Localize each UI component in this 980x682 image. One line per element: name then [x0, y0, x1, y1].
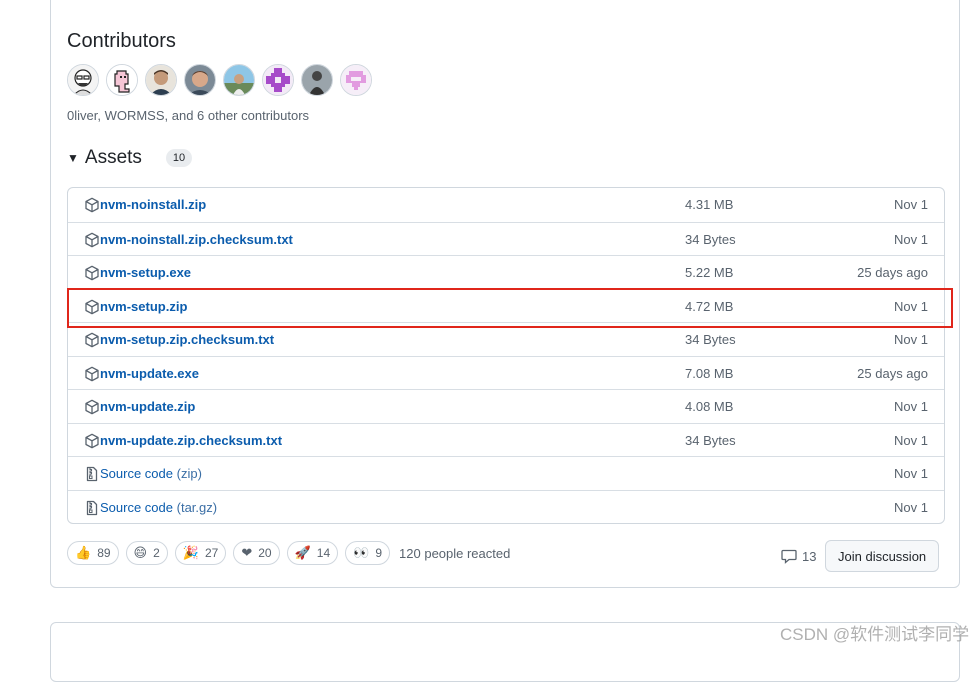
reaction-button[interactable]: 🚀 14: [286, 541, 339, 565]
package-icon: [84, 332, 100, 348]
package-icon: [84, 232, 100, 248]
avatar[interactable]: [340, 64, 372, 96]
asset-link[interactable]: nvm-update.zip: [100, 399, 195, 414]
reaction-button[interactable]: 👀 9: [345, 541, 391, 565]
package-icon: [84, 366, 100, 382]
comment-count[interactable]: 13: [781, 548, 816, 564]
smile-icon: 😄: [133, 545, 148, 561]
package-icon: [84, 399, 100, 415]
asset-size: 4.08 MB: [685, 399, 734, 414]
asset-size: 34 Bytes: [685, 332, 736, 347]
asset-size: 7.08 MB: [685, 365, 734, 381]
asset-date: Nov 1: [894, 432, 928, 448]
reactions-bar: 👍 89 😄 2 🎉 27 ❤ 20 🚀 14 👀 9 120 people reacted: [67, 541, 510, 565]
package-icon: [84, 299, 100, 315]
reaction-button[interactable]: 😄 2: [125, 541, 168, 565]
asset-link[interactable]: nvm-setup.zip.checksum.txt: [100, 332, 274, 347]
file-zip-icon: [84, 500, 100, 516]
asset-row: nvm-update.zip.checksum.txt 34 Bytes Nov 1: [68, 422, 944, 457]
asset-date: 25 days ago: [857, 365, 928, 381]
asset-date: Nov 1: [894, 332, 928, 347]
avatar[interactable]: [223, 64, 255, 96]
source-code-label: Source code: [100, 499, 173, 515]
source-code-format: (zip): [176, 466, 202, 481]
asset-date: Nov 1: [894, 466, 928, 481]
asset-date: Nov 1: [894, 231, 928, 247]
asset-link[interactable]: nvm-noinstall.zip: [100, 197, 206, 212]
asset-link[interactable]: nvm-setup.exe: [100, 265, 191, 280]
reactions-summary: 120 people reacted: [399, 545, 511, 561]
package-icon: [84, 265, 100, 281]
source-code-label: Source code: [100, 466, 173, 481]
source-code-link[interactable]: Source code (tar.gz): [100, 500, 217, 515]
asset-row: nvm-setup.zip.checksum.txt 34 Bytes Nov 1: [68, 322, 944, 356]
source-code-format: (tar.gz): [176, 499, 218, 515]
asset-link[interactable]: nvm-noinstall.zip.checksum.txt: [100, 232, 293, 247]
asset-link[interactable]: nvm-update.exe: [100, 366, 199, 381]
thumbs-up-icon: 👍: [75, 545, 92, 561]
avatar[interactable]: [145, 64, 177, 96]
reaction-count: 9: [375, 546, 383, 560]
reaction-count: 14: [316, 546, 331, 560]
asset-date: Nov 1: [894, 399, 928, 414]
asset-row: nvm-setup.zip 4.72 MB Nov 1: [68, 288, 944, 323]
source-code-row: Source code (zip) Nov 1: [68, 456, 944, 490]
reaction-button[interactable]: 🎉 27: [174, 541, 227, 565]
contributors-summary: 0liver, WORMSS, and 6 other contributors: [67, 108, 310, 123]
file-zip-icon: [84, 466, 100, 482]
avatar[interactable]: [262, 64, 294, 96]
package-icon: [84, 197, 100, 213]
assets-toggle[interactable]: ▼ Assets 10: [67, 147, 193, 169]
asset-link[interactable]: nvm-update.zip.checksum.txt: [100, 433, 282, 448]
reaction-button[interactable]: 👍 89: [67, 541, 119, 565]
asset-row: nvm-noinstall.zip.checksum.txt 34 Bytes No…: [68, 221, 944, 256]
asset-size: 5.22 MB: [685, 265, 734, 280]
assets-list: nvm-noinstall.zip 4.31 MB Nov 1 nvm-noinsta…: [67, 187, 945, 524]
avatar[interactable]: [301, 64, 333, 96]
rocket-icon: 🚀: [294, 545, 311, 561]
contributors-title: Contributors: [67, 30, 176, 52]
reaction-count: 89: [97, 546, 111, 560]
tada-icon: 🎉: [182, 545, 199, 561]
asset-link[interactable]: nvm-setup.zip: [100, 299, 187, 314]
watermark: CSDN @软件测试李同学: [780, 625, 970, 644]
source-code-row: Source code (tar.gz) Nov 1: [68, 489, 944, 524]
asset-row: nvm-update.zip 4.08 MB Nov 1: [68, 389, 944, 423]
asset-size: 34 Bytes: [685, 231, 736, 247]
contributors-avatars: [67, 64, 372, 96]
asset-size: 4.72 MB: [685, 298, 734, 314]
asset-date: Nov 1: [894, 197, 928, 212]
asset-size: 4.31 MB: [685, 197, 734, 212]
assets-title: Assets: [84, 147, 142, 168]
eyes-icon: 👀: [353, 545, 370, 561]
asset-row: nvm-noinstall.zip 4.31 MB Nov 1: [68, 188, 944, 222]
assets-count-badge: 10: [165, 149, 193, 167]
asset-row: nvm-setup.exe 5.22 MB 25 days ago: [68, 255, 944, 289]
asset-size: 34 Bytes: [685, 432, 736, 448]
comment-icon: [781, 549, 797, 564]
package-icon: [84, 433, 100, 449]
asset-date: 25 days ago: [857, 265, 928, 280]
avatar[interactable]: [184, 64, 216, 96]
asset-date: Nov 1: [894, 298, 928, 314]
join-discussion-button[interactable]: Join discussion: [825, 540, 940, 572]
asset-row: nvm-update.exe 7.08 MB 25 days ago: [68, 355, 944, 390]
caret-down-icon: ▼: [67, 151, 79, 165]
reaction-count: 2: [153, 546, 160, 560]
heart-icon: ❤: [241, 545, 253, 561]
comment-count-value: 13: [802, 548, 817, 564]
avatar[interactable]: [67, 64, 99, 96]
avatar[interactable]: [106, 64, 138, 96]
source-code-link[interactable]: Source code (zip): [100, 466, 202, 481]
reaction-button[interactable]: ❤ 20: [233, 541, 280, 565]
asset-date: Nov 1: [894, 499, 928, 515]
reaction-count: 27: [204, 546, 219, 560]
reaction-count: 20: [258, 546, 272, 560]
